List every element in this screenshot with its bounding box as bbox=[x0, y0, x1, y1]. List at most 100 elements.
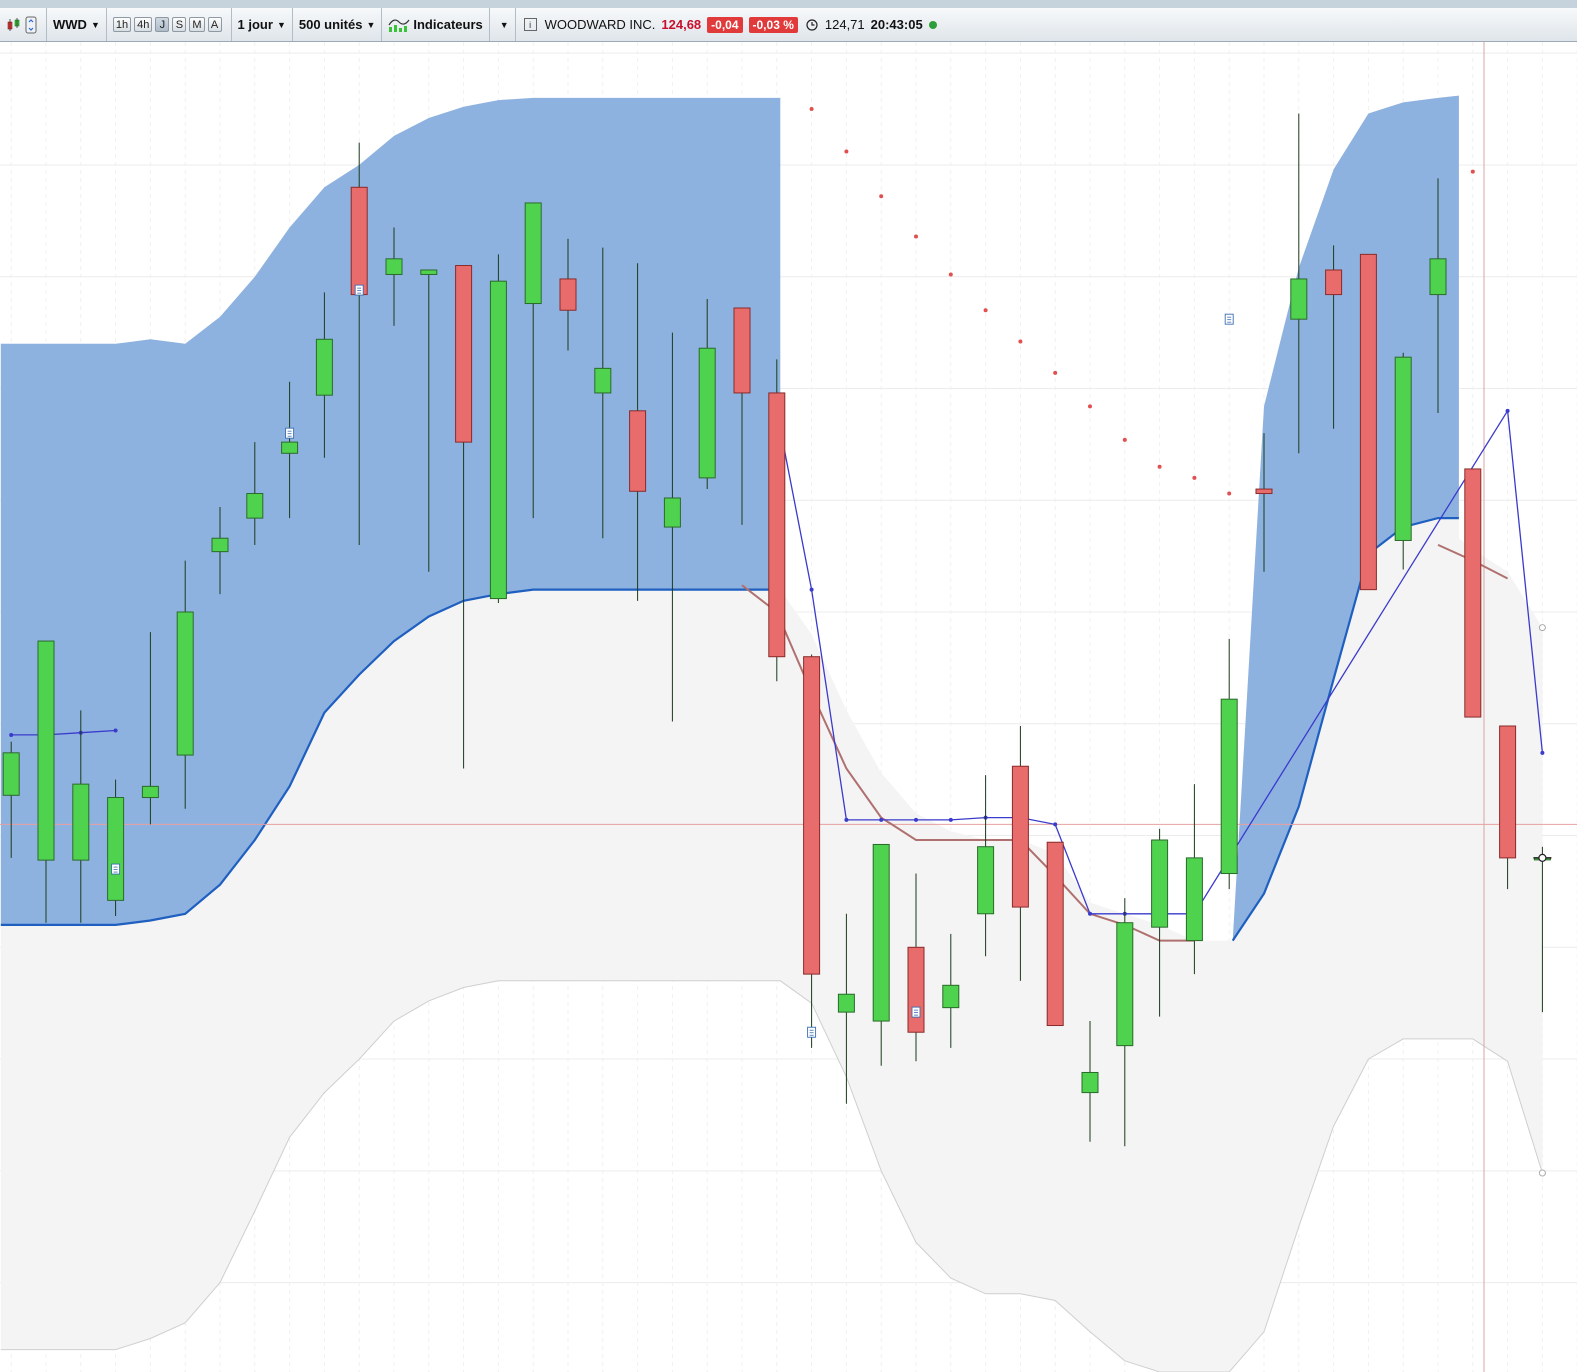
candle-down bbox=[559, 278, 577, 311]
news-icon bbox=[1224, 313, 1234, 325]
candle-down bbox=[803, 656, 821, 975]
news-icon bbox=[911, 1006, 921, 1018]
psar-dot bbox=[1157, 464, 1162, 469]
psar-dot bbox=[1470, 169, 1475, 174]
candle-up bbox=[1151, 839, 1169, 928]
news-icon-page bbox=[807, 1026, 817, 1038]
candle-up bbox=[281, 441, 299, 454]
candle-up bbox=[1429, 258, 1447, 296]
live-status-icon bbox=[928, 20, 937, 29]
candle-up bbox=[246, 493, 264, 519]
band-end-marker bbox=[1538, 1169, 1546, 1177]
trend-point bbox=[1540, 750, 1545, 755]
candle-down bbox=[907, 946, 925, 1033]
candle-up bbox=[1394, 356, 1412, 541]
candle-down bbox=[1325, 269, 1343, 296]
quote-time: 20:43:05 bbox=[870, 17, 923, 32]
candle-up bbox=[72, 783, 90, 861]
psar-dot bbox=[844, 149, 849, 154]
trend-point bbox=[948, 817, 953, 822]
candle-up bbox=[1185, 857, 1203, 942]
candle-down bbox=[1499, 725, 1517, 859]
psar-dot bbox=[1192, 475, 1197, 480]
candle-up bbox=[385, 258, 403, 275]
time-price: 124,71 bbox=[824, 17, 865, 32]
candle-up bbox=[315, 338, 333, 396]
candle-up bbox=[942, 984, 960, 1009]
psar-dot bbox=[983, 308, 988, 313]
news-icon-page bbox=[1224, 313, 1234, 325]
trend-point bbox=[1088, 911, 1092, 916]
period-button-4h[interactable]: 4h bbox=[134, 17, 153, 32]
chevron-down-icon: ▼ bbox=[499, 19, 509, 30]
psar-dot bbox=[1227, 491, 1232, 496]
candle-down bbox=[455, 265, 473, 443]
psar-dot bbox=[1018, 339, 1023, 344]
trend-point bbox=[9, 732, 14, 737]
news-icon bbox=[111, 863, 121, 875]
period-button-j[interactable]: J bbox=[155, 17, 170, 32]
trend-point bbox=[113, 728, 118, 733]
units-selector[interactable]: 500 unités ▼ bbox=[293, 8, 383, 41]
news-icon bbox=[285, 427, 295, 439]
candle-down bbox=[1464, 468, 1482, 718]
trend-point bbox=[1053, 822, 1058, 827]
candle-down bbox=[350, 186, 368, 296]
price-chart[interactable] bbox=[0, 42, 1577, 1372]
compare-icon[interactable] bbox=[25, 16, 37, 34]
psar-dot bbox=[948, 272, 953, 277]
candle-down bbox=[1011, 765, 1029, 908]
candlestick-icon[interactable] bbox=[6, 17, 22, 32]
candle-up bbox=[2, 752, 20, 796]
news-icon bbox=[807, 1026, 817, 1038]
candle-up bbox=[524, 202, 542, 305]
instrument-name: WOODWARD INC. bbox=[544, 17, 656, 32]
toolbar: WWD ▼ 1h 4h J S M A 1 jour ▼ 500 unités … bbox=[0, 0, 1577, 42]
candle-up bbox=[872, 843, 890, 1022]
interval-selector[interactable]: 1 jour ▼ bbox=[232, 8, 293, 41]
candle-up bbox=[663, 497, 681, 528]
trend-point bbox=[879, 817, 884, 822]
candle-down bbox=[1359, 253, 1377, 591]
crosshair-cursor-dot bbox=[1538, 853, 1547, 862]
interval-label: 1 jour bbox=[237, 17, 273, 32]
candle-up bbox=[1081, 1071, 1099, 1094]
candle-up bbox=[837, 993, 855, 1013]
period-button-a[interactable]: A bbox=[207, 17, 222, 32]
period-button-1h[interactable]: 1h bbox=[112, 17, 132, 32]
candle-up bbox=[698, 347, 716, 479]
psar-dot bbox=[1053, 370, 1058, 375]
trend-point bbox=[1505, 408, 1510, 413]
band-end-marker bbox=[1538, 624, 1546, 632]
candle-down bbox=[1255, 488, 1273, 495]
last-price: 124,68 bbox=[661, 17, 702, 32]
change-pct-badge: -0,03 % bbox=[748, 16, 798, 33]
news-icon-page bbox=[111, 863, 121, 875]
candle-up bbox=[211, 537, 229, 553]
symbol-selector[interactable]: WWD ▼ bbox=[47, 8, 107, 41]
period-button-m[interactable]: M bbox=[189, 17, 205, 32]
info-icon[interactable]: i bbox=[523, 18, 537, 31]
candle-up bbox=[107, 797, 125, 901]
trend-point bbox=[809, 587, 814, 592]
quote-info: i WOODWARD INC. 124,68 -0,04 -0,03 % 124… bbox=[516, 16, 937, 33]
ichimoku-cloud bbox=[0, 95, 1546, 1372]
candle-down bbox=[629, 410, 647, 492]
candle-down bbox=[1046, 841, 1064, 1027]
candle-up bbox=[977, 846, 995, 915]
chevron-down-icon: ▼ bbox=[90, 19, 100, 30]
candle-up bbox=[1290, 278, 1308, 320]
indicators-button[interactable]: Indicateurs bbox=[382, 8, 490, 41]
chevron-down-icon: ▼ bbox=[366, 19, 376, 30]
candle-up bbox=[1220, 698, 1238, 875]
trend-point bbox=[844, 817, 849, 822]
period-button-s[interactable]: S bbox=[172, 17, 187, 32]
indicators-dropdown[interactable]: ▼ bbox=[490, 8, 516, 41]
candle-up bbox=[594, 367, 612, 394]
psar-dot bbox=[914, 234, 918, 239]
candle-up bbox=[1116, 922, 1134, 1047]
chevron-down-icon: ▼ bbox=[276, 19, 286, 30]
news-icon-page bbox=[285, 427, 295, 439]
psar-dot bbox=[879, 194, 884, 199]
candle-up bbox=[141, 785, 159, 799]
